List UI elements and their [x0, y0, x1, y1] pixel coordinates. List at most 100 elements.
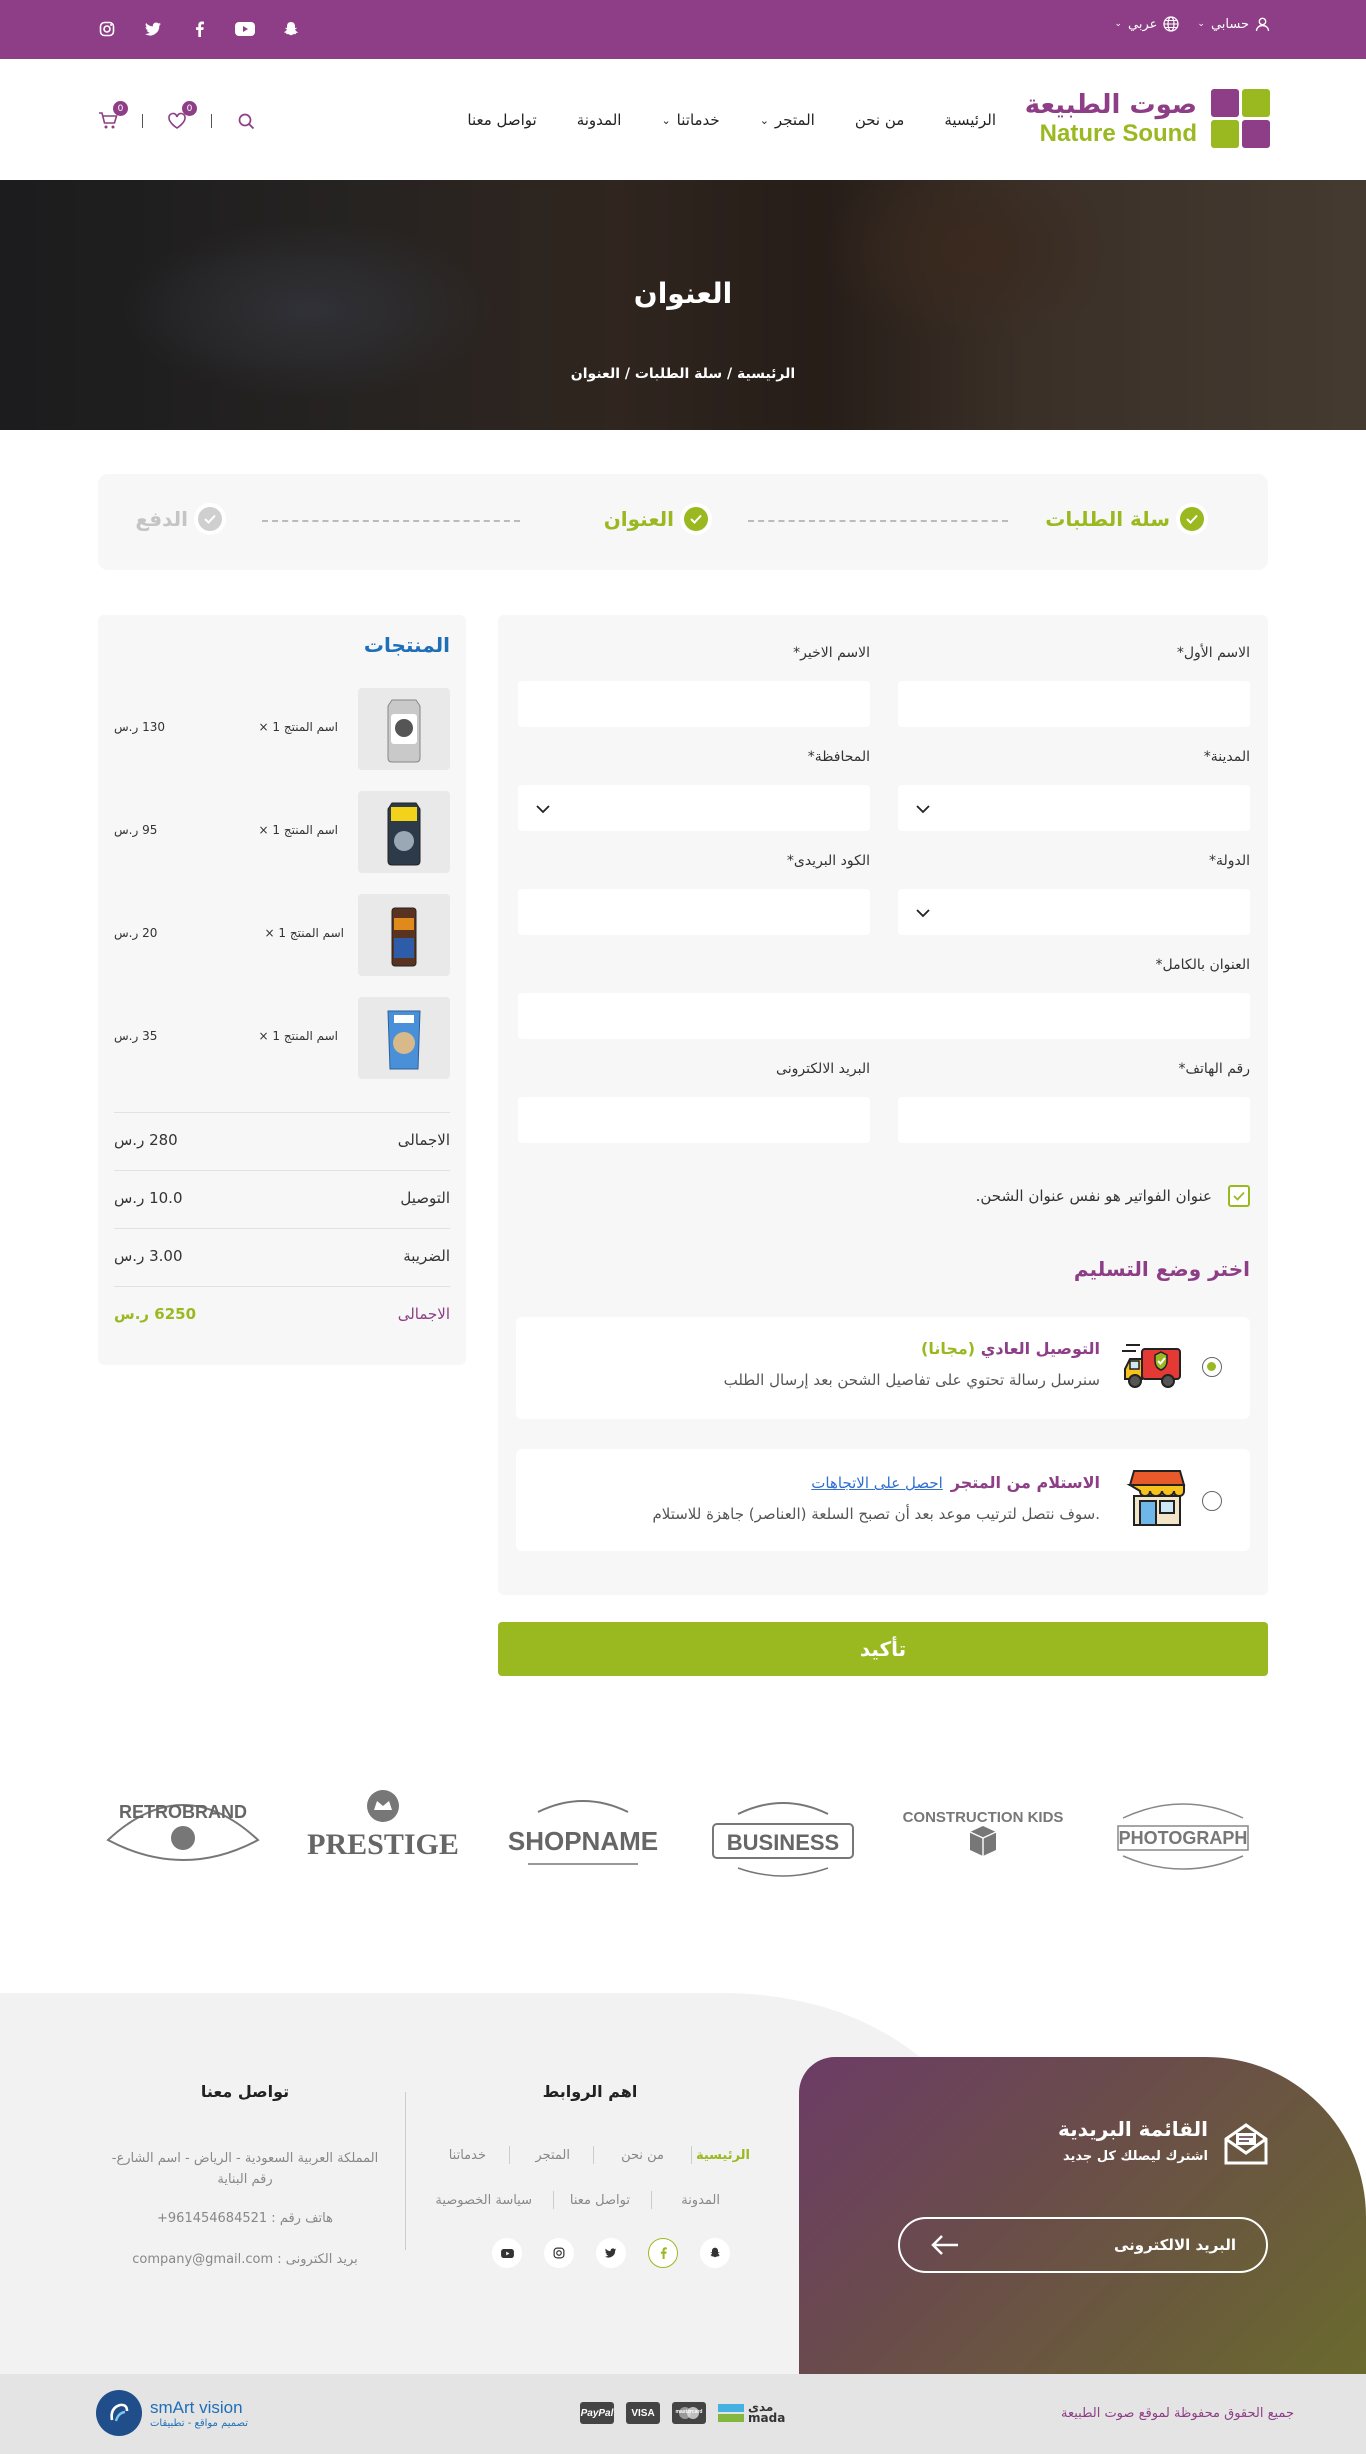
product-name: اسم المنتج: [283, 823, 338, 837]
standard-delivery-radio[interactable]: [1202, 1357, 1222, 1377]
main-header: صوت الطبيعة Nature Sound الرئيسية من نحن…: [0, 59, 1366, 180]
product-thumbnail[interactable]: [358, 894, 450, 976]
language-selector[interactable]: ⌄ عربي: [1114, 16, 1180, 32]
product-qty: 1 ×: [258, 720, 280, 734]
store-pickup-radio[interactable]: [1202, 1491, 1222, 1511]
footer-phone: هاتف رقم : 961454684521+: [157, 2211, 333, 2226]
footer-email: بريد الكترونى : company@gmail.com: [132, 2252, 358, 2267]
newsletter-subtitle: اشترك ليصلك كل جديد: [1063, 2149, 1208, 2164]
youtube-icon[interactable]: [492, 2238, 522, 2268]
footer-divider: [405, 2092, 406, 2250]
check-icon: [198, 507, 222, 531]
summary-title: المنتجات: [363, 633, 450, 657]
same-billing-checkbox[interactable]: [1228, 1185, 1250, 1207]
divider: [142, 114, 143, 128]
delivery-truck-icon: [1122, 1341, 1184, 1397]
copyright-text: جميع الحقوق محفوظة لموقع صوت الطبيعة: [1060, 2406, 1294, 2421]
footer-link-store[interactable]: المتجر: [535, 2148, 570, 2163]
footer-links-title: اهم الروابط: [542, 2082, 638, 2101]
nav-services[interactable]: خدماتنا ⌄: [661, 111, 719, 129]
product-thumbnail[interactable]: [358, 688, 450, 770]
footer-link-services[interactable]: خدماتنا: [449, 2148, 486, 2163]
chevron-down-icon: [536, 799, 550, 818]
brand-logo-prestige: PRESTIGE: [298, 1780, 468, 1890]
page-hero: العنوان الرئيسية / سلة الطلبات / العنوان: [0, 180, 1366, 430]
product-thumbnail[interactable]: [358, 791, 450, 873]
main-nav: الرئيسية من نحن المتجر ⌄ خدماتنا ⌄ المدونة…: [467, 111, 996, 129]
developer-credit[interactable]: smArt vision تصميم مواقع - تطبيقات: [96, 2390, 248, 2436]
last-name-input[interactable]: [518, 681, 870, 727]
confirm-button[interactable]: تأكيد: [498, 1622, 1268, 1676]
language-label: عربي: [1128, 16, 1158, 32]
mastercard-text: mastercard: [675, 2409, 703, 2415]
footer-link-blog[interactable]: المدونة: [681, 2193, 720, 2208]
twitter-icon[interactable]: [596, 2238, 626, 2268]
arrow-left-icon[interactable]: [930, 2233, 960, 2257]
delivery-label: التوصيل: [400, 1189, 450, 1207]
nav-blog[interactable]: المدونة: [577, 111, 622, 129]
header-actions: 0 0: [96, 101, 258, 133]
cart-button[interactable]: 0: [96, 101, 128, 133]
step-cart[interactable]: سلة الطلبات: [1045, 507, 1204, 531]
site-logo[interactable]: صوت الطبيعة Nature Sound: [1025, 89, 1270, 148]
full-address-input[interactable]: [518, 993, 1250, 1039]
product-name: اسم المنتج: [283, 1029, 338, 1043]
step-address[interactable]: العنوان: [604, 507, 708, 531]
check-icon: [1180, 507, 1204, 531]
divider: [593, 2146, 594, 2164]
snapchat-icon[interactable]: [700, 2238, 730, 2268]
divider: [553, 2191, 554, 2209]
nav-home[interactable]: الرئيسية: [944, 111, 996, 129]
nav-about[interactable]: من نحن: [855, 111, 905, 129]
first-name-input[interactable]: [898, 681, 1250, 727]
footer-links-column: اهم الروابط: [420, 2082, 760, 2101]
email-input[interactable]: [518, 1097, 870, 1143]
product-thumbnail[interactable]: [358, 997, 450, 1079]
account-menu[interactable]: ⌄ حسابي: [1197, 17, 1270, 32]
footer-link-privacy[interactable]: سياسة الخصوصية: [435, 2193, 532, 2208]
newsletter-email-input[interactable]: البريد الالكترونى: [898, 2217, 1268, 2273]
snapchat-icon[interactable]: [280, 18, 302, 40]
facebook-icon[interactable]: [648, 2238, 678, 2268]
delivery-option-pickup[interactable]: الاستلام من المتجر احصل على الاتجاهات .سو…: [516, 1449, 1250, 1551]
nav-contact[interactable]: تواصل معنا: [467, 111, 536, 129]
visa-logo: VISA: [626, 2402, 660, 2424]
logo-arabic-name: صوت الطبيعة: [1024, 89, 1197, 120]
wishlist-button[interactable]: 0: [165, 101, 197, 133]
youtube-icon[interactable]: [234, 18, 256, 40]
postal-code-input[interactable]: [518, 889, 870, 935]
total-label: الاجمالى: [397, 1305, 450, 1323]
social-links: [96, 18, 302, 40]
search-button[interactable]: [234, 109, 258, 133]
footer-link-about[interactable]: من نحن: [621, 2148, 664, 2163]
mada-text: mada: [748, 2411, 786, 2425]
step-cart-label: سلة الطلبات: [1045, 507, 1170, 531]
city-select[interactable]: [898, 785, 1250, 831]
product-price: 130 ر.س: [114, 720, 165, 734]
nav-store[interactable]: المتجر ⌄: [760, 111, 815, 129]
twitter-icon[interactable]: [142, 18, 164, 40]
footer-link-home[interactable]: الرئيسية: [696, 2148, 750, 2163]
phone-input[interactable]: [898, 1097, 1250, 1143]
summary-delivery-row: التوصيل 10.0 ر.س: [114, 1170, 450, 1228]
account-language: ⌄ عربي ⌄ حسابي: [1114, 16, 1270, 32]
instagram-icon[interactable]: [544, 2238, 574, 2268]
footer-link-contact[interactable]: تواصل معنا: [570, 2193, 630, 2208]
instagram-icon[interactable]: [96, 18, 118, 40]
get-directions-link[interactable]: احصل على الاتجاهات: [811, 1474, 943, 1492]
search-icon: [238, 113, 254, 129]
step-payment[interactable]: الدفع: [135, 507, 222, 531]
delivery-mode-title: اختر وضع التسليم: [1073, 1257, 1250, 1281]
summary-tax-row: الضريبة 3.00 ر.س: [114, 1228, 450, 1286]
nav-store-label: المتجر: [774, 111, 815, 129]
globe-icon: [1163, 16, 1180, 32]
footer-links: الرئيسية من نحن المتجر خدماتنا المدونة ت…: [420, 2146, 760, 2228]
governorate-select[interactable]: [518, 785, 870, 831]
summary-subtotal-row: الاجمالى 280 ر.س: [114, 1112, 450, 1170]
payment-methods: PayPal VISA mastercard مدى mada: [580, 2401, 786, 2425]
country-select[interactable]: [898, 889, 1250, 935]
tax-label: الضريبة: [403, 1247, 450, 1265]
facebook-icon[interactable]: [188, 18, 210, 40]
delivery-option-standard[interactable]: التوصيل العادي (مجانا) سنرسل رسالة تحتوي…: [516, 1317, 1250, 1419]
chevron-down-icon: ⌄: [1114, 19, 1122, 29]
